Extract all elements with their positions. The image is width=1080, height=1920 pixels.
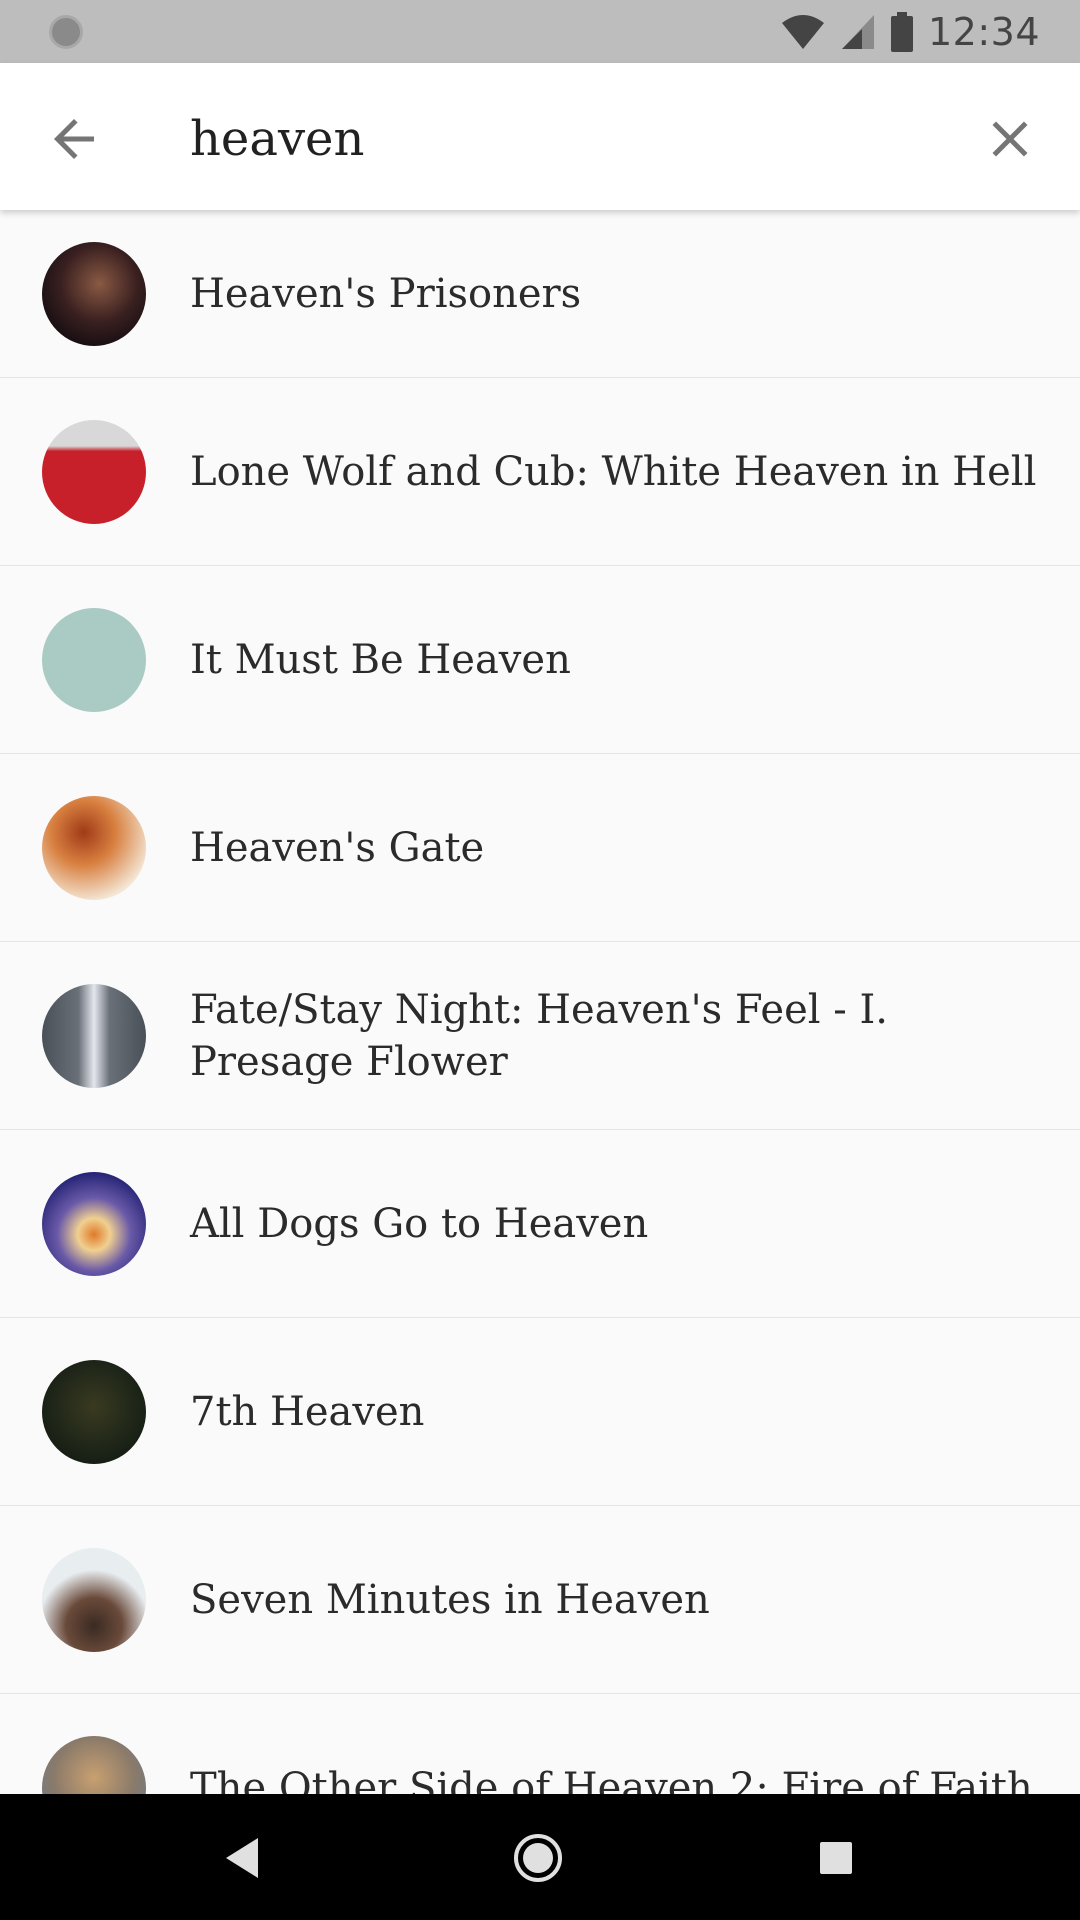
- screen: 12:34 Heaven's Prisoners Lone Wolf and C…: [0, 0, 1080, 1920]
- list-item[interactable]: It Must Be Heaven: [0, 566, 1080, 754]
- poster-thumbnail: [42, 241, 146, 346]
- search-toolbar: [0, 63, 1080, 210]
- poster-thumbnail: [42, 1547, 146, 1652]
- wifi-icon: [781, 14, 824, 49]
- poster-thumbnail: [42, 419, 146, 524]
- close-icon: [992, 121, 1028, 157]
- cell-signal-icon: [841, 14, 874, 49]
- result-title: 7th Heaven: [190, 1388, 425, 1435]
- sync-icon: [49, 15, 83, 49]
- back-triangle-icon[interactable]: [214, 1830, 270, 1886]
- recents-square-icon[interactable]: [808, 1830, 864, 1886]
- status-time: 12:34: [927, 9, 1040, 54]
- poster-thumbnail: [42, 795, 146, 900]
- clear-search-button[interactable]: [980, 109, 1040, 169]
- status-icons: 12:34: [780, 0, 1040, 63]
- result-title: Lone Wolf and Cub: White Heaven in Hell: [190, 448, 1037, 495]
- poster-thumbnail: [42, 1359, 146, 1464]
- poster-thumbnail: [42, 607, 146, 712]
- list-item[interactable]: All Dogs Go to Heaven: [0, 1130, 1080, 1318]
- status-bar: 12:34: [0, 0, 1080, 63]
- poster-thumbnail: [42, 1171, 146, 1276]
- poster-thumbnail: [42, 1735, 146, 1794]
- list-item[interactable]: Heaven's Prisoners: [0, 210, 1080, 378]
- list-item[interactable]: Lone Wolf and Cub: White Heaven in Hell: [0, 378, 1080, 566]
- result-title: All Dogs Go to Heaven: [190, 1200, 649, 1247]
- home-circle-icon[interactable]: [510, 1830, 566, 1886]
- list-item[interactable]: 7th Heaven: [0, 1318, 1080, 1506]
- system-nav-bar: [0, 1794, 1080, 1920]
- arrow-back-icon: [54, 119, 94, 159]
- result-title: It Must Be Heaven: [190, 636, 571, 683]
- list-item[interactable]: Heaven's Gate: [0, 754, 1080, 942]
- search-input[interactable]: [190, 99, 910, 179]
- result-title: The Other Side of Heaven 2: Fire of Fait…: [190, 1764, 1033, 1795]
- result-title: Heaven's Gate: [190, 824, 485, 871]
- list-item[interactable]: Seven Minutes in Heaven: [0, 1506, 1080, 1694]
- battery-icon: [890, 11, 913, 52]
- result-title: Seven Minutes in Heaven: [190, 1576, 710, 1623]
- poster-thumbnail: [42, 983, 146, 1088]
- results-list: Heaven's Prisoners Lone Wolf and Cub: Wh…: [0, 210, 1080, 1794]
- list-item[interactable]: Fate/Stay Night: Heaven's Feel - I. Pres…: [0, 942, 1080, 1130]
- result-title: Fate/Stay Night: Heaven's Feel - I. Pres…: [190, 986, 889, 1085]
- result-title: Heaven's Prisoners: [190, 270, 582, 317]
- back-button[interactable]: [44, 109, 104, 169]
- list-item[interactable]: The Other Side of Heaven 2: Fire of Fait…: [0, 1694, 1080, 1794]
